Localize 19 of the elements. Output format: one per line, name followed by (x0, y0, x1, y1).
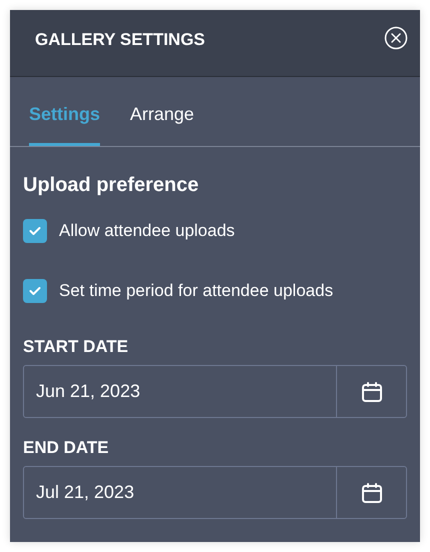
date-field[interactable]: Jun 21, 2023 (23, 365, 407, 418)
date-value: Jul 21, 2023 (35, 481, 136, 504)
check-icon (29, 226, 41, 236)
field-label: START DATE (23, 337, 130, 357)
tab[interactable]: Arrange (130, 101, 194, 146)
date-field[interactable]: Jul 21, 2023 (23, 466, 407, 519)
close-icon (384, 26, 408, 50)
calendar-icon (360, 380, 382, 402)
date-value: Jun 21, 2023 (35, 380, 142, 403)
calendar-icon (360, 482, 382, 504)
checkbox-label: Set time period for attendee uploads (59, 280, 334, 302)
checkbox-label: Allow attendee uploads (59, 220, 235, 242)
panel-title: GALLERY SETTINGS (35, 29, 206, 51)
checkbox[interactable] (23, 279, 47, 303)
check-icon (29, 286, 41, 296)
close-button[interactable] (384, 26, 408, 50)
checkbox[interactable] (23, 219, 47, 243)
section-heading: Upload preference (23, 173, 200, 197)
field-label: END DATE (23, 438, 110, 458)
